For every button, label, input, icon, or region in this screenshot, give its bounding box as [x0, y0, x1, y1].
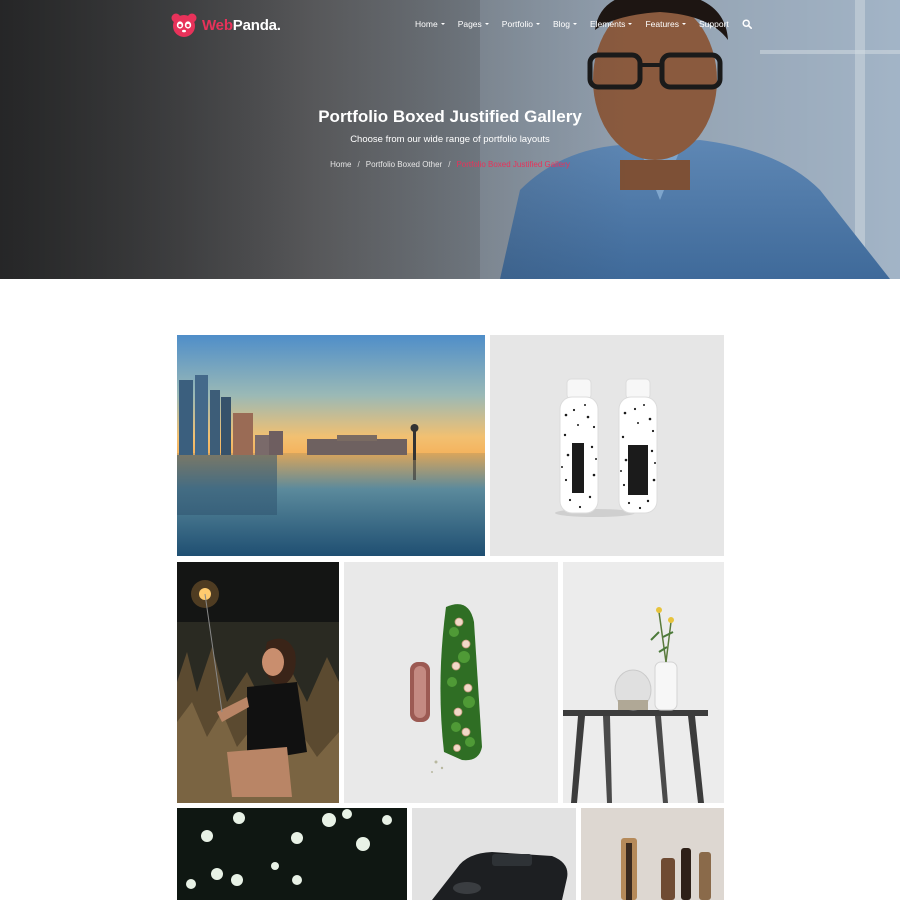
- nav-item-elements[interactable]: Elements: [590, 19, 633, 29]
- gallery-item-vase[interactable]: [563, 562, 724, 803]
- caret-down-icon: [440, 23, 445, 25]
- gallery-item-bottles[interactable]: [490, 335, 724, 556]
- caret-down-icon: [573, 23, 577, 25]
- vase-image: [563, 562, 724, 803]
- gallery-item-bokeh[interactable]: [177, 808, 407, 900]
- page-subtitle: Choose from our wide range of portfolio …: [350, 134, 550, 145]
- nav-label: Pages: [457, 19, 482, 29]
- caret-down-icon: [628, 23, 633, 25]
- nav-label: Elements: [590, 19, 626, 29]
- device-image: [412, 808, 576, 900]
- nav-label: Home: [415, 19, 438, 29]
- nav-item-portfolio[interactable]: Portfolio: [502, 19, 540, 29]
- food-image: [344, 562, 558, 803]
- page-header-hero: WebPanda. Home Pages Portfolio Blog Elem…: [0, 0, 900, 279]
- nav-item-pages[interactable]: Pages: [458, 19, 489, 29]
- search-icon[interactable]: [742, 19, 752, 29]
- nav-label: Support: [698, 19, 729, 29]
- panda-logo-icon: [171, 13, 197, 37]
- breadcrumb-separator: /: [448, 160, 451, 169]
- breadcrumb-parent-link[interactable]: Portfolio Boxed Other: [366, 160, 442, 169]
- bokeh-image: [177, 808, 407, 900]
- logo-text: WebPanda.: [202, 17, 281, 34]
- logo-text-web: Web: [202, 16, 233, 34]
- caret-down-icon: [535, 23, 540, 25]
- breadcrumb-home-link[interactable]: Home: [330, 160, 351, 169]
- bottles-image: [490, 335, 724, 556]
- breadcrumb: Home / Portfolio Boxed Other / Portfolio Box…: [0, 160, 900, 169]
- breadcrumb-current: Portfolio Boxed Justified Gallery: [456, 160, 570, 169]
- caret-down-icon: [681, 23, 686, 25]
- site-logo[interactable]: WebPanda.: [171, 12, 281, 38]
- page-title: Portfolio Boxed Justified Gallery: [318, 107, 582, 126]
- main-navigation: Home Pages Portfolio Blog Elements Featu…: [415, 19, 752, 29]
- brushes-image: [581, 808, 724, 900]
- nav-item-support[interactable]: Support: [699, 19, 729, 29]
- nav-item-features[interactable]: Features: [645, 19, 686, 29]
- gallery-item-food[interactable]: [344, 562, 558, 803]
- breadcrumb-separator: /: [357, 160, 360, 169]
- nav-item-blog[interactable]: Blog: [553, 19, 577, 29]
- logo-text-panda: Panda.: [232, 16, 281, 34]
- gallery-item-city-sunset[interactable]: [177, 335, 485, 556]
- city-sunset-image: [177, 335, 485, 556]
- gallery-item-device[interactable]: [412, 808, 576, 900]
- gallery-item-brushes[interactable]: [581, 808, 724, 900]
- sparkler-image: [177, 562, 339, 803]
- nav-item-home[interactable]: Home: [415, 19, 445, 29]
- nav-label: Features: [645, 19, 679, 29]
- nav-label: Blog: [552, 19, 570, 29]
- caret-down-icon: [484, 23, 489, 25]
- nav-label: Portfolio: [501, 19, 533, 29]
- gallery-item-sparkler[interactable]: [177, 562, 339, 803]
